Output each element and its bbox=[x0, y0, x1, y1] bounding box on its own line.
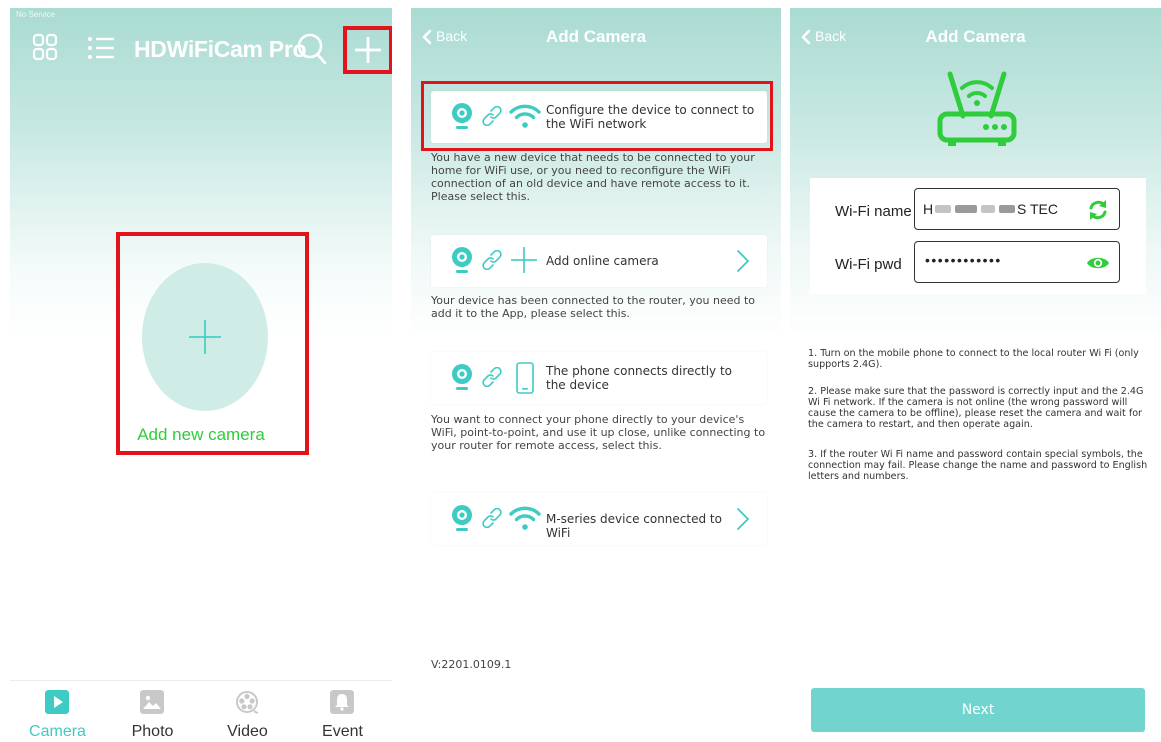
option-m-series-label: M-series device connected to WiFi bbox=[546, 512, 722, 540]
link-icon bbox=[482, 508, 502, 528]
instruction-note: 2. Please make sure that the password is… bbox=[808, 386, 1144, 430]
bottom-tab-bar: Camera Photo Video Event bbox=[10, 680, 392, 742]
wifi-name-value-start: H bbox=[923, 201, 934, 217]
search-icon[interactable] bbox=[297, 33, 327, 65]
tab-photo-label: Photo bbox=[131, 723, 174, 740]
chevron-right-icon bbox=[737, 250, 749, 272]
tab-event-label: Event bbox=[322, 723, 363, 740]
redacted-text bbox=[999, 205, 1015, 213]
photo-icon bbox=[140, 690, 164, 714]
add-camera-label[interactable]: Add new camera bbox=[10, 425, 392, 445]
option-phone-direct[interactable]: The phone connects directly to the devic… bbox=[431, 352, 767, 404]
option-add-online-camera[interactable]: Add online camera bbox=[431, 235, 767, 287]
tab-photo[interactable]: Photo bbox=[105, 681, 200, 742]
home-screen: No Service HDWiFiCam Pro Add new camera bbox=[10, 8, 392, 742]
option-configure-wifi[interactable]: Configure the device to connect to the W… bbox=[431, 91, 767, 143]
wifi-name-field[interactable]: H S TEC bbox=[914, 188, 1120, 230]
wifi-icon bbox=[509, 506, 541, 530]
add-camera-screen: Back Add Camera Configure the device to … bbox=[411, 8, 781, 742]
tab-camera-label: Camera bbox=[29, 723, 86, 740]
instruction-note: 3. If the router Wi Fi name and password… bbox=[808, 449, 1148, 482]
camera-play-icon bbox=[45, 690, 69, 714]
redacted-text bbox=[935, 205, 951, 213]
bell-icon bbox=[330, 690, 354, 714]
app-version: V:2201.0109.1 bbox=[431, 658, 512, 671]
option-configure-wifi-label: Configure the device to connect to the W… bbox=[546, 103, 755, 131]
next-button[interactable]: Next bbox=[811, 688, 1145, 732]
wifi-config-screen: Back Add Camera Wi-Fi name H S TEC Wi-Fi… bbox=[790, 8, 1161, 742]
link-icon bbox=[482, 250, 502, 270]
eye-icon[interactable] bbox=[1086, 254, 1110, 272]
link-icon bbox=[482, 106, 502, 126]
camera-icon bbox=[452, 364, 472, 390]
wifi-name-value-end: S TEC bbox=[1017, 201, 1058, 217]
tab-video-label: Video bbox=[227, 723, 268, 740]
link-icon bbox=[482, 367, 502, 387]
wifi-name-label: Wi-Fi name bbox=[835, 203, 912, 220]
plus-icon[interactable] bbox=[354, 36, 382, 64]
tab-video[interactable]: Video bbox=[200, 681, 295, 742]
page-title: Add Camera bbox=[545, 27, 647, 46]
option-m-series[interactable]: M-series device connected to WiFi bbox=[431, 493, 767, 545]
camera-icon bbox=[452, 247, 472, 273]
wifi-pwd-label: Wi-Fi pwd bbox=[835, 256, 902, 273]
wifi-form: Wi-Fi name H S TEC Wi-Fi pwd •••••••••••… bbox=[810, 178, 1146, 294]
redacted-text bbox=[981, 205, 995, 213]
tab-event[interactable]: Event bbox=[295, 681, 390, 742]
instruction-note: 1. Turn on the mobile phone to connect t… bbox=[808, 348, 1139, 370]
tab-camera[interactable]: Camera bbox=[10, 681, 105, 742]
wifi-icon bbox=[509, 104, 541, 128]
film-reel-icon bbox=[236, 691, 259, 714]
phone-icon bbox=[516, 362, 534, 394]
plus-icon bbox=[511, 247, 537, 273]
option-add-online-camera-description: Your device has been connected to the ro… bbox=[431, 294, 756, 320]
status-bar-text: No Service bbox=[16, 10, 56, 19]
add-camera-plus-icon bbox=[189, 320, 221, 354]
option-phone-direct-description: You want to connect your phone directly … bbox=[431, 413, 766, 452]
option-configure-wifi-description: You have a new device that needs to be c… bbox=[431, 151, 755, 203]
chevron-right-icon bbox=[737, 508, 749, 530]
redacted-text bbox=[955, 205, 977, 213]
router-icon bbox=[937, 71, 1017, 146]
camera-icon bbox=[452, 505, 472, 531]
list-icon[interactable] bbox=[87, 35, 115, 61]
grid-icon[interactable] bbox=[32, 32, 58, 62]
refresh-icon[interactable] bbox=[1087, 199, 1109, 221]
app-title: HDWiFiCam Pro bbox=[134, 36, 307, 62]
wifi-pwd-field[interactable]: •••••••••••• bbox=[914, 241, 1120, 283]
option-add-online-camera-label: Add online camera bbox=[546, 254, 659, 268]
wifi-pwd-value: •••••••••••• bbox=[925, 252, 1002, 268]
option-phone-direct-label: The phone connects directly to the devic… bbox=[546, 364, 733, 392]
camera-icon bbox=[452, 103, 472, 129]
page-title: Add Camera bbox=[925, 27, 1026, 46]
